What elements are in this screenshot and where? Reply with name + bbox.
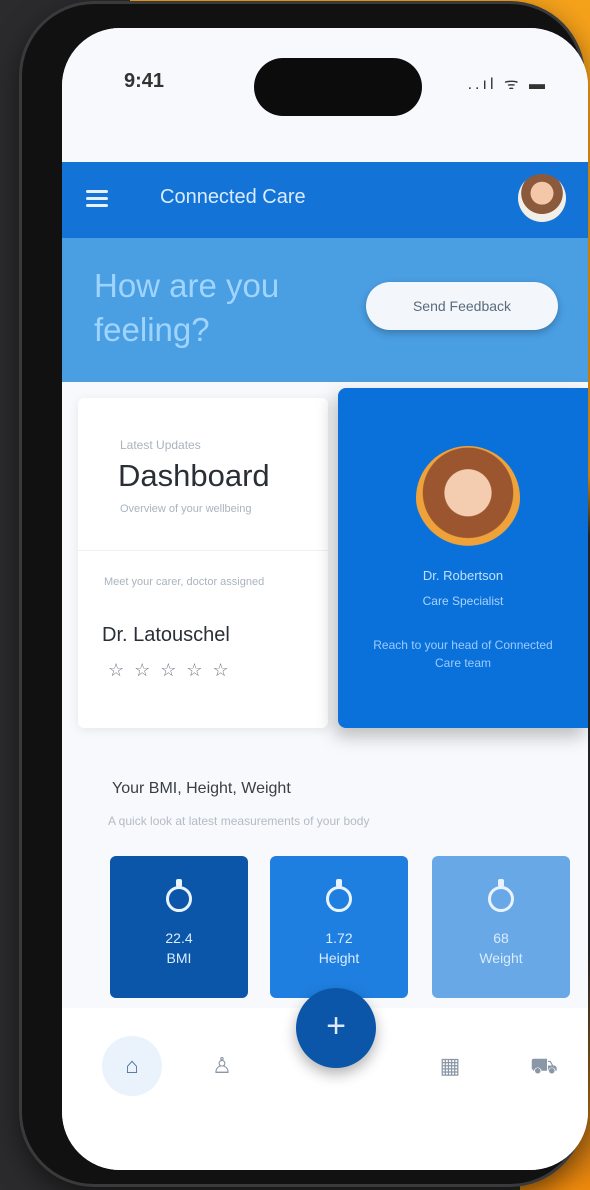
dashboard-subtitle: Overview of your wellbeing [120, 503, 252, 515]
card-divider [78, 550, 328, 551]
measurements-title: Your BMI, Height, Weight [112, 780, 291, 797]
dashboard-card[interactable]: Latest Updates Dashboard Overview of you… [78, 398, 328, 728]
doctor-caption: Meet your carer, doctor assigned [104, 576, 265, 588]
dashboard-eyebrow: Latest Updates [120, 438, 201, 452]
doctor-avatar [416, 446, 520, 550]
person-icon[interactable]: ♙ [202, 1046, 242, 1086]
metric-tile-height[interactable]: 1.72 Height [270, 856, 408, 998]
metric-value: 68 [493, 930, 509, 946]
metric-label: BMI [166, 950, 192, 966]
status-bar: 9:41 ..ıl ᯤ ▬ [62, 28, 588, 158]
metric-label: Height [318, 950, 360, 966]
send-feedback-button[interactable]: Send Feedback [366, 282, 558, 330]
doctor-profile-card[interactable]: Dr. Robertson Care Specialist Reach to y… [338, 388, 588, 728]
doctor-profile-role: Care Specialist [422, 594, 504, 608]
phone-frame: 9:41 ..ıl ᯤ ▬ Connected Care How are you… [22, 4, 588, 1184]
metric-tile-bmi[interactable]: 22.4 BMI [110, 856, 248, 998]
add-button[interactable]: + [296, 988, 376, 1068]
status-time: 9:41 [124, 70, 165, 92]
feeling-banner: How are you feeling? Send Feedback [62, 238, 588, 382]
measurements-subtitle: A quick look at latest measurements of y… [108, 814, 370, 828]
metric-label: Weight [479, 950, 523, 966]
metric-value: 1.72 [325, 930, 353, 946]
metric-value: 22.4 [165, 930, 193, 946]
calendar-icon[interactable]: ▦ [430, 1046, 470, 1086]
home-icon[interactable]: ⌂ [102, 1036, 162, 1096]
app-bar: Connected Care [62, 162, 588, 238]
doctor-name: Dr. Latouschel [102, 624, 230, 646]
menu-icon[interactable] [86, 190, 108, 208]
dashboard-title: Dashboard [118, 458, 270, 493]
stopwatch-icon [166, 879, 192, 912]
doctor-profile-name: Dr. Robertson [422, 568, 504, 583]
stopwatch-icon [488, 879, 514, 912]
cart-icon[interactable]: ⛟ [524, 1046, 564, 1086]
rating-stars-icon[interactable]: ☆☆☆☆☆ [108, 660, 239, 681]
doctor-profile-description: Reach to your head of Connected Care tea… [373, 638, 553, 670]
user-avatar[interactable] [518, 174, 566, 222]
metric-tile-weight[interactable]: 68 Weight [432, 856, 570, 998]
stopwatch-icon [326, 879, 352, 912]
system-status-icons: ..ıl ᯤ ▬ [467, 76, 548, 93]
phone-screen: 9:41 ..ıl ᯤ ▬ Connected Care How are you… [62, 28, 588, 1170]
app-title: Connected Care [160, 186, 306, 208]
dynamic-island [254, 58, 422, 116]
banner-title: How are you feeling? [94, 267, 280, 348]
